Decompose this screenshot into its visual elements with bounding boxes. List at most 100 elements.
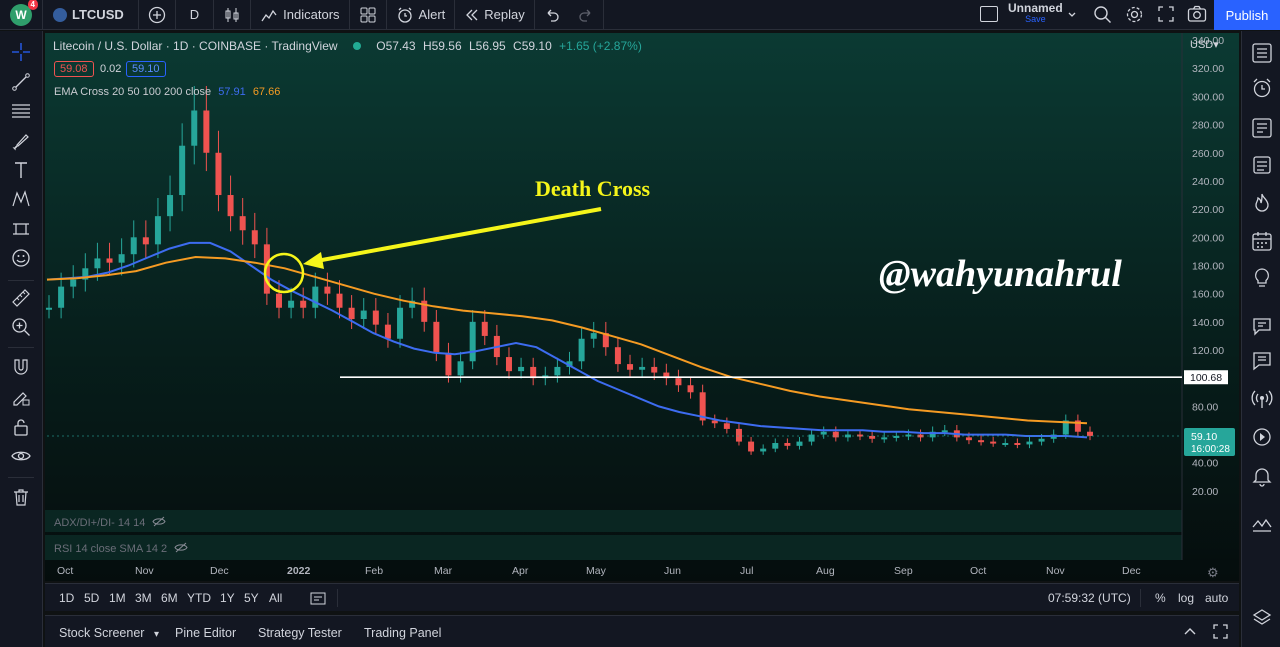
settings-gear-icon[interactable]: ⚙ (1207, 565, 1219, 581)
auto-toggle[interactable]: auto (1205, 591, 1228, 605)
streams-button[interactable] (1250, 387, 1274, 411)
calendar-icon (1252, 232, 1272, 251)
search-icon[interactable] (1093, 5, 1112, 24)
watchlist-button[interactable] (1250, 41, 1274, 65)
ask-price[interactable]: 59.10 (126, 61, 166, 77)
x-tick-label: Oct (57, 565, 73, 577)
chart-background (45, 33, 1239, 581)
layout-name[interactable]: Unnamed Save (1008, 2, 1063, 25)
symbol-search[interactable]: LTCUSD (42, 0, 139, 30)
visibility-tool[interactable] (10, 445, 32, 467)
compare-button[interactable] (139, 0, 176, 30)
chats-button[interactable] (1250, 314, 1274, 338)
currency-selector[interactable]: USD▾ (1190, 38, 1219, 51)
chevron-down-icon: ▾ (153, 629, 159, 640)
gear-icon[interactable] (1125, 5, 1144, 24)
hot-button[interactable] (1250, 191, 1274, 215)
bar-divider (1140, 589, 1141, 607)
legend-title[interactable]: Litecoin / U.S. Dollar · 1D · COINBASE ·… (53, 39, 338, 53)
range-ytd[interactable]: YTD (187, 591, 211, 605)
ideas-button[interactable] (1250, 266, 1274, 290)
crosshair-tool[interactable] (10, 41, 32, 63)
candle (251, 230, 258, 245)
alerts-button[interactable] (1250, 76, 1274, 100)
ema-legend[interactable]: EMA Cross 20 50 100 200 close 57.91 67.6… (54, 86, 280, 98)
eye-off-icon[interactable] (174, 542, 188, 553)
candle (590, 333, 597, 339)
range-1d[interactable]: 1D (59, 591, 74, 605)
candle (784, 443, 791, 446)
magnet-tool[interactable] (10, 356, 32, 378)
ticker-tape-button[interactable] (1250, 512, 1274, 536)
indicators-label: Indicators (283, 7, 340, 22)
magnet-icon (14, 359, 28, 375)
candle (505, 357, 512, 372)
alert-button[interactable]: Alert (387, 0, 456, 30)
range-1y[interactable]: 1Y (220, 591, 235, 605)
chevron-up-icon[interactable] (1183, 626, 1197, 636)
brush-tool[interactable] (10, 130, 32, 152)
layers-button[interactable] (1250, 606, 1274, 630)
messages-button[interactable] (1250, 349, 1274, 373)
last-price-label: 59.10 (1191, 431, 1217, 443)
range-5d[interactable]: 5D (84, 591, 99, 605)
undo-button[interactable] (535, 0, 569, 30)
play-button[interactable] (1250, 425, 1274, 449)
interval-button[interactable]: D (176, 0, 215, 30)
x-tick-label: Jun (664, 565, 681, 577)
notifications-button[interactable] (1250, 464, 1274, 488)
calendar-button[interactable] (1250, 229, 1274, 253)
adx-legend[interactable]: ADX/DI+/DI- 14 14 (54, 516, 167, 529)
range-6m[interactable]: 6M (161, 591, 178, 605)
ruler-icon (12, 289, 30, 307)
redo-button[interactable] (569, 0, 604, 30)
utc-clock[interactable]: 07:59:32 (UTC) (1048, 591, 1131, 605)
chevron-down-icon[interactable] (1067, 10, 1077, 20)
chart-type-button[interactable] (214, 0, 252, 30)
tab-pine-editor[interactable]: Pine Editor (175, 626, 236, 640)
x-tick-label: Apr (512, 565, 529, 577)
zoom-tool[interactable] (10, 316, 32, 338)
user-avatar[interactable]: W 4 (10, 0, 38, 26)
candle (687, 385, 694, 393)
lock-tool[interactable] (10, 416, 32, 438)
text-tool[interactable] (10, 159, 32, 181)
pattern-tool[interactable] (10, 188, 32, 210)
rsi-legend[interactable]: RSI 14 close SMA 14 2 (54, 542, 188, 555)
stay-drawing-tool[interactable] (10, 386, 32, 408)
death-cross-label[interactable]: Death Cross (535, 176, 651, 201)
x-tick-label: 2022 (287, 565, 311, 577)
replay-button[interactable]: Replay (455, 0, 535, 30)
tab-strategy-tester[interactable]: Strategy Tester (258, 626, 342, 640)
log-toggle[interactable]: log (1178, 591, 1194, 605)
fib-tool[interactable] (10, 100, 32, 122)
range-all[interactable]: All (269, 591, 282, 605)
camera-icon[interactable] (1187, 5, 1207, 23)
remove-drawings-tool[interactable] (10, 486, 32, 508)
indicators-button[interactable]: Indicators (251, 0, 350, 30)
candle (312, 286, 319, 308)
fullscreen-icon[interactable] (1157, 5, 1175, 23)
rsi-legend-label: RSI 14 close SMA 14 2 (54, 543, 168, 555)
right-widget-bar (1241, 31, 1280, 647)
tab-trading-panel[interactable]: Trading Panel (364, 626, 441, 640)
templates-button[interactable] (350, 0, 387, 30)
data-window-button[interactable] (1250, 116, 1274, 140)
hotlists-button[interactable] (1250, 153, 1274, 177)
emoji-tool[interactable] (10, 247, 32, 269)
range-3m[interactable]: 3M (135, 591, 152, 605)
bid-price[interactable]: 59.08 (54, 61, 94, 77)
tab-stock-screener[interactable]: Stock Screener ▾ (59, 626, 159, 640)
range-5y[interactable]: 5Y (244, 591, 259, 605)
prediction-tool[interactable] (10, 218, 32, 240)
measure-tool[interactable] (10, 287, 32, 309)
maximize-icon[interactable] (1213, 624, 1228, 639)
publish-button[interactable]: Publish (1214, 0, 1280, 30)
eye-off-icon[interactable] (152, 516, 167, 527)
layout-icon[interactable] (980, 6, 998, 22)
date-range-icon[interactable] (310, 591, 326, 605)
price-chart[interactable]: 20.0040.0060.0080.00100.00120.00140.0016… (45, 33, 1239, 581)
trend-line-tool[interactable] (10, 71, 32, 93)
range-1m[interactable]: 1M (109, 591, 126, 605)
percent-toggle[interactable]: % (1155, 591, 1166, 605)
